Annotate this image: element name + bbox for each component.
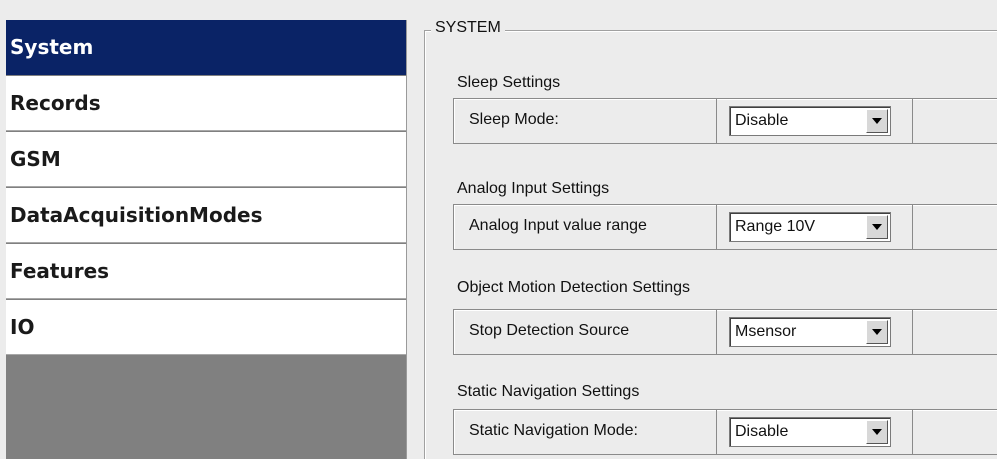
chevron-down-icon (872, 118, 882, 124)
dropdown-button[interactable] (866, 320, 888, 344)
sidebar-item-label: Records (10, 91, 101, 115)
sidebar-item-label: System (10, 35, 94, 59)
sidebar-item-label: DataAcquisitionModes (10, 203, 263, 227)
select-value: Msensor (735, 323, 797, 340)
setting-row-static-navigation-mode: Static Navigation Mode: Disable (453, 409, 997, 455)
select-value: Disable (735, 112, 789, 129)
setting-row-analog-input-range: Analog Input value range Range 10V (453, 204, 997, 250)
select-value: Range 10V (735, 218, 816, 235)
sidebar-item-label: GSM (10, 147, 61, 171)
chevron-down-icon (872, 329, 882, 335)
stop-detection-source-select[interactable]: Msensor (729, 317, 891, 347)
sidebar-item-label: IO (10, 315, 35, 339)
section-title-object-motion-detection: Object Motion Detection Settings (457, 279, 691, 296)
setting-label: Analog Input value range (469, 217, 647, 234)
section-title-static-navigation: Static Navigation Settings (457, 383, 640, 400)
group-title: SYSTEM (431, 19, 505, 37)
setting-row-stop-detection-source: Stop Detection Source Msensor (453, 309, 997, 355)
sidebar-item-data-acquisition-modes[interactable]: DataAcquisitionModes (6, 188, 406, 243)
setting-row-sleep-mode: Sleep Mode: Disable (453, 98, 997, 144)
chevron-down-icon (872, 224, 882, 230)
value-cell: Msensor (716, 310, 913, 354)
analog-input-range-select[interactable]: Range 10V (729, 212, 891, 242)
setting-label: Sleep Mode: (469, 111, 559, 128)
chevron-down-icon (872, 429, 882, 435)
sidebar-item-gsm[interactable]: GSM (6, 132, 406, 187)
value-cell: Disable (716, 99, 913, 143)
sidebar-item-system[interactable]: System (6, 20, 406, 75)
sidebar-item-io[interactable]: IO (6, 300, 406, 355)
sleep-mode-select[interactable]: Disable (729, 106, 891, 136)
sidebar-item-features[interactable]: Features (6, 244, 406, 299)
setting-label: Static Navigation Mode: (469, 422, 638, 439)
value-cell: Disable (716, 410, 913, 454)
static-navigation-mode-select[interactable]: Disable (729, 417, 891, 447)
select-value: Disable (735, 423, 789, 440)
settings-panel: SYSTEM Sleep Settings Sleep Mode: Disabl… (413, 0, 997, 459)
dropdown-button[interactable] (866, 215, 888, 239)
value-cell: Range 10V (716, 205, 913, 249)
dropdown-button[interactable] (866, 420, 888, 444)
sidebar-item-label: Features (10, 259, 110, 283)
sidebar: System Records GSM DataAcquisitionModes … (6, 20, 407, 459)
section-title-sleep: Sleep Settings (457, 74, 561, 91)
config-window: System Records GSM DataAcquisitionModes … (0, 0, 997, 459)
sidebar-item-records[interactable]: Records (6, 76, 406, 131)
setting-label: Stop Detection Source (469, 322, 630, 339)
dropdown-button[interactable] (866, 109, 888, 133)
section-title-analog-input: Analog Input Settings (457, 180, 610, 197)
